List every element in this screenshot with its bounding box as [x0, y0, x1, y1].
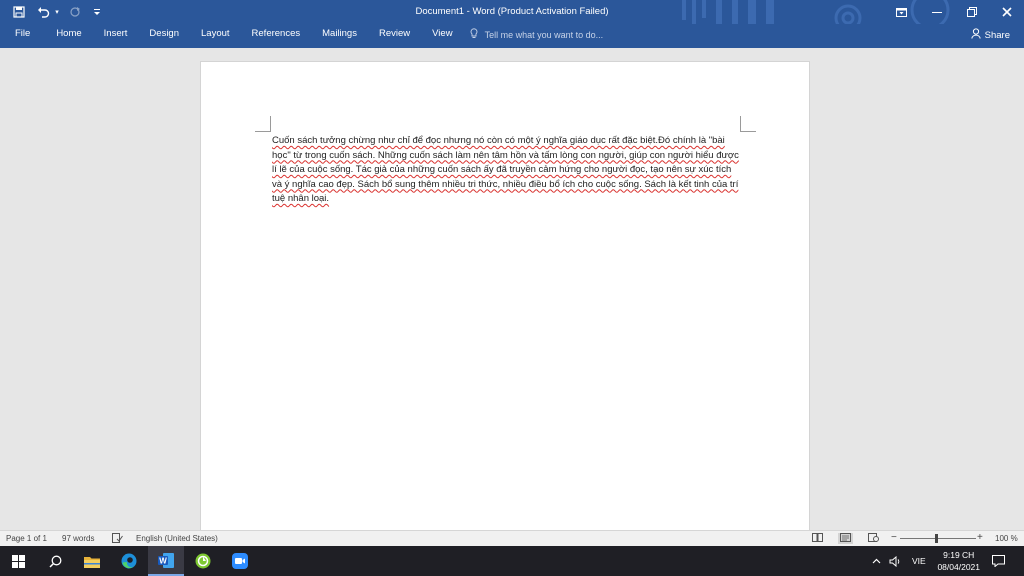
tab-view[interactable]: View [421, 24, 463, 46]
tab-layout[interactable]: Layout [190, 24, 241, 46]
margin-corner-top-left [255, 116, 271, 132]
ribbon-tab-bar: File Home Insert Design Layout Reference… [0, 24, 1024, 48]
zoom-level[interactable]: 100 % [995, 534, 1018, 543]
status-bar: Page 1 of 1 97 words English (United Sta… [0, 530, 1024, 546]
print-layout-button[interactable] [838, 533, 853, 544]
taskbar-clock[interactable]: 9:19 CH 08/04/2021 [937, 549, 980, 573]
language-indicator[interactable]: English (United States) [136, 534, 218, 543]
notifications-button[interactable] [992, 546, 1005, 576]
document-page[interactable]: Cuốn sách tưởng chừng như chỉ để đọc như… [200, 61, 810, 530]
zoom-slider-track[interactable] [900, 538, 976, 539]
margin-corner-top-right [740, 116, 756, 132]
zoom-out-button[interactable]: − [891, 532, 897, 543]
zoom-app-icon [232, 553, 248, 569]
share-person-icon [970, 28, 982, 42]
taskbar-word[interactable]: W [148, 546, 184, 576]
close-icon [1001, 7, 1012, 17]
green-app-icon [195, 553, 211, 569]
word-icon: W [158, 552, 174, 568]
close-button[interactable] [989, 0, 1024, 24]
tray-chevron-icon [872, 558, 881, 564]
taskbar-search-button[interactable] [37, 546, 73, 576]
page-count[interactable]: Page 1 of 1 [6, 534, 47, 543]
tab-file[interactable]: File [0, 24, 45, 46]
tab-design[interactable]: Design [138, 24, 190, 46]
windows-taskbar: W VIE 9:19 CH 08/04/2021 [0, 546, 1024, 576]
tab-review[interactable]: Review [368, 24, 421, 46]
share-label: Share [984, 29, 1010, 41]
title-bar: ▾ Document1 - Word (Product Activation F… [0, 0, 1024, 24]
proofing-icon[interactable] [112, 533, 123, 545]
speaker-icon [889, 555, 900, 567]
file-explorer-icon [84, 556, 100, 568]
share-button[interactable]: Share [970, 27, 1010, 43]
restore-icon [966, 7, 977, 17]
taskbar-green-app[interactable] [185, 546, 221, 576]
tab-home[interactable]: Home [45, 24, 92, 46]
edge-icon [121, 553, 137, 569]
volume-button[interactable] [889, 546, 902, 576]
taskbar-edge[interactable] [111, 546, 147, 576]
tell-me-box[interactable]: Tell me what you want to do... [470, 24, 604, 46]
read-mode-button[interactable] [812, 533, 823, 544]
taskbar-file-explorer[interactable] [74, 546, 110, 576]
read-mode-icon [812, 533, 823, 542]
window-controls [884, 0, 1024, 24]
tell-me-placeholder: Tell me what you want to do... [484, 30, 604, 40]
ribbon-display-options-button[interactable] [884, 0, 919, 24]
ribbon-tabs: File Home Insert Design Layout Reference… [0, 24, 603, 46]
clock-time: 9:19 CH [943, 550, 975, 560]
tab-mailings[interactable]: Mailings [311, 24, 368, 46]
tab-insert[interactable]: Insert [93, 24, 139, 46]
notifications-icon [992, 555, 1005, 567]
start-button[interactable] [0, 546, 36, 576]
minimize-button[interactable] [919, 0, 954, 24]
document-area[interactable]: Cuốn sách tưởng chừng như chỉ để đọc như… [0, 48, 1024, 530]
lightbulb-icon [470, 28, 482, 42]
tray-chevron-button[interactable] [872, 546, 881, 576]
web-layout-button[interactable] [868, 533, 879, 544]
ribbon-display-icon [896, 7, 907, 17]
input-language-indicator[interactable]: VIE [912, 546, 926, 576]
search-icon [48, 555, 61, 568]
windows-start-icon [11, 554, 25, 568]
zoom-slider-thumb[interactable] [935, 534, 938, 543]
svg-text:W: W [159, 556, 167, 565]
zoom-in-button[interactable]: + [977, 532, 983, 543]
word-count[interactable]: 97 words [62, 534, 94, 543]
taskbar-zoom[interactable] [222, 546, 258, 576]
clock-date: 08/04/2021 [937, 562, 980, 572]
document-body-text[interactable]: Cuốn sách tưởng chừng như chỉ để đọc như… [272, 134, 742, 207]
restore-button[interactable] [954, 0, 989, 24]
tab-references[interactable]: References [241, 24, 312, 46]
web-layout-icon [868, 533, 879, 542]
window-title: Document1 - Word (Product Activation Fai… [415, 6, 609, 17]
print-layout-icon [840, 533, 851, 542]
minimize-icon [931, 12, 942, 13]
